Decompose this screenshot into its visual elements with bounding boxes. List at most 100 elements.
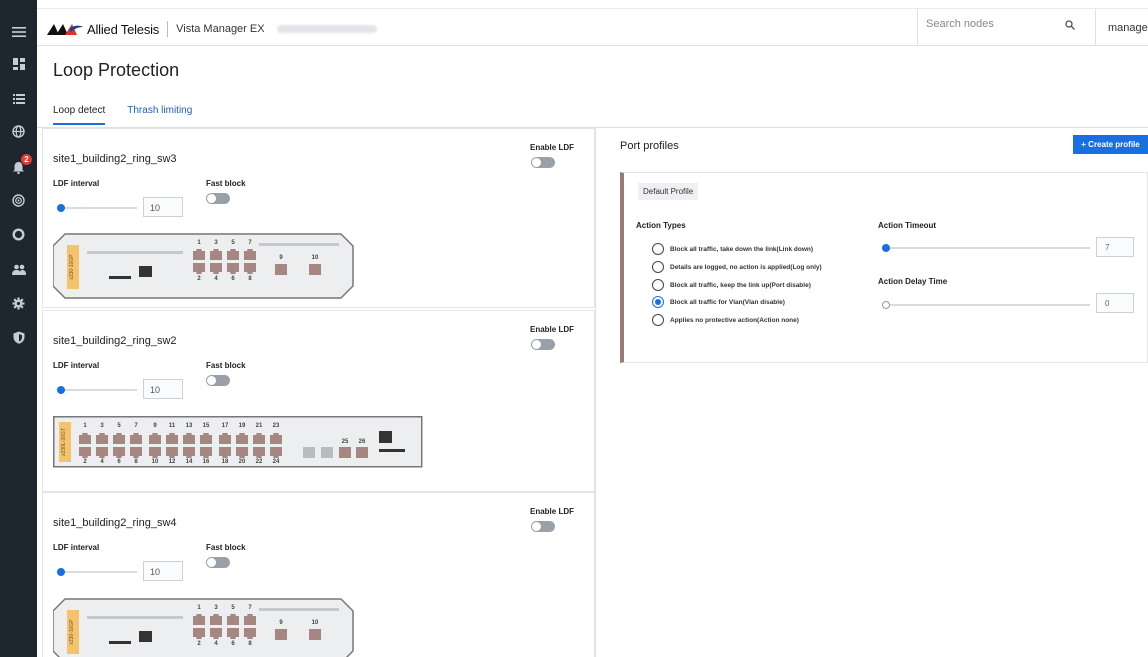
port-label: 4 bbox=[100, 459, 104, 465]
switch-card: site1_building2_ring_sw3 Enable LDF LDF … bbox=[42, 128, 595, 308]
port-label: 16 bbox=[202, 459, 210, 465]
action-timeout-value[interactable]: 7 bbox=[1096, 237, 1134, 257]
port-label: 9 bbox=[153, 423, 157, 429]
fast-block-label: Fast block bbox=[206, 543, 246, 552]
port-label: 22 bbox=[255, 459, 263, 465]
ldf-interval-slider[interactable] bbox=[57, 568, 137, 576]
radio-button[interactable] bbox=[652, 314, 664, 326]
port-label: 2 bbox=[197, 276, 201, 282]
port-label: 23 bbox=[272, 423, 280, 429]
port-label: 4 bbox=[214, 276, 218, 282]
port-label: 2 bbox=[83, 459, 87, 465]
tab-loop-detect[interactable]: Loop detect bbox=[53, 105, 106, 125]
port-label: 6 bbox=[117, 459, 121, 465]
ldf-interval-label: LDF interval bbox=[53, 361, 100, 370]
port-label: 3 bbox=[100, 423, 104, 429]
fast-block-toggle[interactable] bbox=[206, 557, 230, 568]
enable-ldf-toggle[interactable] bbox=[531, 339, 555, 350]
default-profile-card: Default Profile Action Types Block all t… bbox=[620, 172, 1148, 363]
tab-bar: Loop detect Thrash limiting bbox=[53, 105, 214, 125]
port-profiles-title: Port profiles bbox=[620, 140, 679, 152]
port-26[interactable] bbox=[356, 447, 368, 458]
ldf-interval-slider[interactable] bbox=[57, 204, 137, 212]
port-label: 2 bbox=[197, 641, 201, 647]
port-label: 7 bbox=[134, 423, 138, 429]
action-option-port-disable[interactable]: Block all traffic, keep the link up(Port… bbox=[652, 279, 811, 291]
slider-handle[interactable] bbox=[57, 386, 65, 394]
enable-ldf-toggle[interactable] bbox=[531, 521, 555, 532]
port-25[interactable] bbox=[339, 447, 351, 458]
switch-card: site1_building2_ring_sw4 Enable LDF LDF … bbox=[42, 492, 595, 657]
port-label: 7 bbox=[248, 240, 252, 246]
model-label: x230L-26GT bbox=[61, 428, 67, 456]
port-label: 10 bbox=[311, 255, 319, 261]
radio-button[interactable] bbox=[652, 243, 664, 255]
radar-icon[interactable] bbox=[0, 188, 37, 212]
fast-block-toggle[interactable] bbox=[206, 375, 230, 386]
left-nav: 2 bbox=[0, 0, 37, 657]
port-label: 11 bbox=[168, 423, 176, 429]
slider-handle[interactable] bbox=[57, 568, 65, 576]
ldf-interval-slider[interactable] bbox=[57, 386, 137, 394]
port-label: 24 bbox=[272, 459, 280, 465]
action-option-action-none[interactable]: Applies no protective action(Action none… bbox=[652, 314, 799, 326]
switch-name: site1_building2_ring_sw4 bbox=[53, 517, 177, 529]
action-delay-value[interactable]: 0 bbox=[1096, 293, 1134, 313]
port-label: 5 bbox=[231, 240, 235, 246]
user-menu[interactable]: manager bbox=[1095, 9, 1148, 46]
slider-handle[interactable] bbox=[882, 244, 890, 252]
action-delay-slider[interactable] bbox=[882, 301, 1090, 309]
allied-telesis-logo-icon bbox=[47, 24, 83, 35]
ldf-interval-value[interactable]: 10 bbox=[143, 197, 183, 217]
action-types-label: Action Types bbox=[636, 221, 686, 230]
port-9[interactable] bbox=[275, 264, 287, 275]
port-label: 19 bbox=[238, 423, 246, 429]
port-10[interactable] bbox=[309, 264, 321, 275]
enable-ldf-toggle[interactable] bbox=[531, 157, 555, 168]
port-9[interactable] bbox=[275, 629, 287, 640]
search-box bbox=[917, 9, 1095, 46]
port-label: 6 bbox=[231, 276, 235, 282]
action-label: Applies no protective action(Action none… bbox=[670, 316, 799, 324]
alarm-count-badge: 2 bbox=[21, 154, 32, 165]
slider-handle[interactable] bbox=[57, 204, 65, 212]
menu-icon[interactable] bbox=[0, 20, 37, 44]
port-10[interactable] bbox=[309, 629, 321, 640]
port-label: 25 bbox=[341, 439, 349, 445]
users-icon[interactable] bbox=[0, 257, 37, 281]
radio-button[interactable] bbox=[652, 261, 664, 273]
port-label: 18 bbox=[221, 459, 229, 465]
action-option-link-down[interactable]: Block all traffic, take down the link(Li… bbox=[652, 243, 813, 255]
gear-icon[interactable] bbox=[0, 291, 37, 315]
radio-button-selected[interactable] bbox=[652, 296, 664, 308]
action-option-log-only[interactable]: Details are logged, no action is applied… bbox=[652, 261, 822, 273]
search-input[interactable] bbox=[926, 18, 1056, 30]
dashboard-icon[interactable] bbox=[0, 52, 37, 76]
fast-block-label: Fast block bbox=[206, 179, 246, 188]
ldf-interval-value[interactable]: 10 bbox=[143, 561, 183, 581]
list-icon[interactable] bbox=[0, 87, 37, 111]
circle-icon[interactable] bbox=[0, 222, 37, 246]
shield-icon[interactable] bbox=[0, 325, 37, 349]
create-profile-button[interactable]: + Create profile bbox=[1073, 135, 1148, 154]
search-icon[interactable] bbox=[1065, 20, 1075, 30]
profile-name: Default Profile bbox=[638, 183, 699, 200]
action-timeout-slider[interactable] bbox=[882, 244, 1090, 252]
port-label: 14 bbox=[185, 459, 193, 465]
brand-divider bbox=[167, 21, 169, 37]
ldf-interval-label: LDF interval bbox=[53, 179, 100, 188]
fast-block-toggle[interactable] bbox=[206, 193, 230, 204]
slider-handle[interactable] bbox=[882, 301, 890, 309]
globe-icon[interactable] bbox=[0, 119, 37, 143]
tab-thrash-limiting[interactable]: Thrash limiting bbox=[127, 105, 192, 125]
port-label: 10 bbox=[151, 459, 159, 465]
port-label: 6 bbox=[231, 641, 235, 647]
radio-button[interactable] bbox=[652, 279, 664, 291]
action-delay-label: Action Delay Time bbox=[878, 277, 948, 286]
model-label: x230-10GP bbox=[69, 254, 75, 280]
switch-card: site1_building2_ring_sw2 Enable LDF LDF … bbox=[42, 310, 595, 492]
action-option-vlan-disable[interactable]: Block all traffic for Vlan(Vlan disable) bbox=[652, 296, 785, 308]
ldf-interval-value[interactable]: 10 bbox=[143, 379, 183, 399]
port-label: 10 bbox=[311, 620, 319, 626]
action-label: Block all traffic, keep the link up(Port… bbox=[670, 281, 811, 289]
